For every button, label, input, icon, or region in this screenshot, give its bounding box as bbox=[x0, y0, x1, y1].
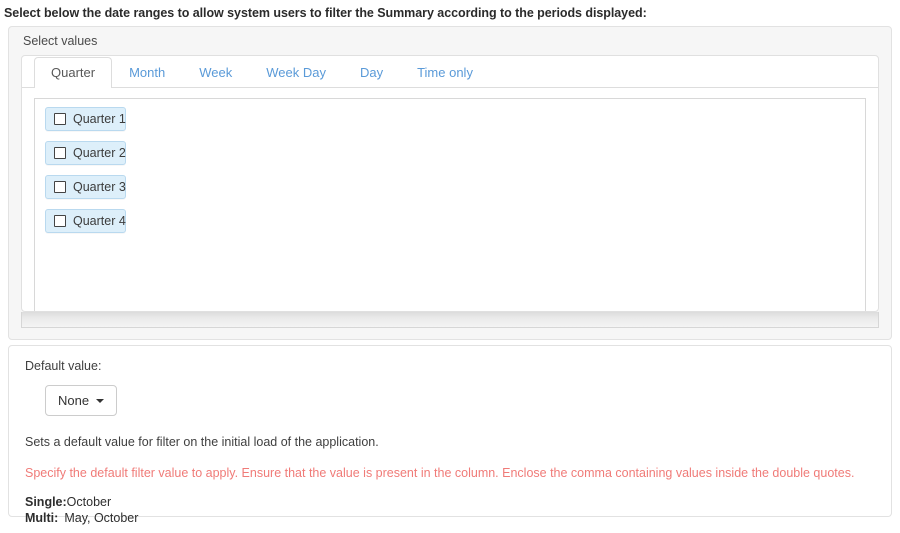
default-value-control-row: None bbox=[25, 374, 875, 416]
tab-week-label: Week bbox=[199, 65, 232, 80]
panel-bottom-spacer bbox=[9, 328, 891, 339]
period-tab-list: Quarter Month Week Week Day Day Time onl… bbox=[22, 56, 878, 88]
select-values-legend: Select values bbox=[9, 27, 891, 55]
value-item-label: Quarter 4 bbox=[73, 214, 126, 228]
horizontal-scrollbar-thumb[interactable] bbox=[22, 312, 878, 327]
tab-time-only[interactable]: Time only bbox=[400, 57, 490, 88]
tab-quarter-label: Quarter bbox=[51, 65, 95, 80]
value-item-quarter-2[interactable]: Quarter 2 bbox=[45, 141, 126, 165]
example-single-value: October bbox=[67, 495, 111, 509]
tab-day[interactable]: Day bbox=[343, 57, 400, 88]
chevron-down-icon bbox=[96, 399, 104, 403]
tab-quarter[interactable]: Quarter bbox=[34, 57, 112, 88]
tab-week-day[interactable]: Week Day bbox=[249, 57, 343, 88]
checkbox-icon[interactable] bbox=[54, 215, 66, 227]
tab-week-day-label: Week Day bbox=[266, 65, 326, 80]
value-item-label: Quarter 2 bbox=[73, 146, 126, 160]
value-item-quarter-1[interactable]: Quarter 1 bbox=[45, 107, 126, 131]
select-values-panel: Select values Quarter Month Week Week Da… bbox=[8, 26, 892, 340]
tab-panel-wrap: Quarter 1 Quarter 2 Quarter 3 Quarter 4 bbox=[22, 88, 878, 311]
tab-month[interactable]: Month bbox=[112, 57, 182, 88]
horizontal-scrollbar[interactable] bbox=[21, 312, 879, 328]
default-value-examples: Single:October Multi: May, October bbox=[25, 481, 875, 526]
default-value-dropdown-label: None bbox=[58, 393, 89, 408]
tab-time-only-label: Time only bbox=[417, 65, 473, 80]
default-value-help-text: Sets a default value for filter on the i… bbox=[25, 416, 875, 450]
tabs-card: Quarter Month Week Week Day Day Time onl… bbox=[21, 55, 879, 312]
value-item-quarter-3[interactable]: Quarter 3 bbox=[45, 175, 126, 199]
quarter-value-list: Quarter 1 Quarter 2 Quarter 3 Quarter 4 bbox=[45, 107, 855, 233]
default-value-warning-text: Specify the default filter value to appl… bbox=[25, 450, 875, 481]
checkbox-icon[interactable] bbox=[54, 147, 66, 159]
example-multi-row: Multi: May, October bbox=[25, 511, 875, 526]
value-item-quarter-4[interactable]: Quarter 4 bbox=[45, 209, 126, 233]
example-multi-value: May, October bbox=[64, 511, 138, 525]
default-value-panel: Default value: None Sets a default value… bbox=[8, 345, 892, 517]
example-single-row: Single:October bbox=[25, 495, 875, 510]
example-single-key: Single: bbox=[25, 495, 67, 509]
checkbox-icon[interactable] bbox=[54, 113, 66, 125]
example-multi-key: Multi: bbox=[25, 511, 58, 525]
page-instruction: Select below the date ranges to allow sy… bbox=[0, 0, 900, 21]
default-value-dropdown[interactable]: None bbox=[45, 385, 117, 416]
tab-week[interactable]: Week bbox=[182, 57, 249, 88]
default-value-label: Default value: bbox=[25, 358, 875, 374]
value-item-label: Quarter 3 bbox=[73, 180, 126, 194]
value-item-label: Quarter 1 bbox=[73, 112, 126, 126]
tab-month-label: Month bbox=[129, 65, 165, 80]
checkbox-icon[interactable] bbox=[54, 181, 66, 193]
tab-panel-quarter: Quarter 1 Quarter 2 Quarter 3 Quarter 4 bbox=[34, 98, 866, 311]
tab-day-label: Day bbox=[360, 65, 383, 80]
